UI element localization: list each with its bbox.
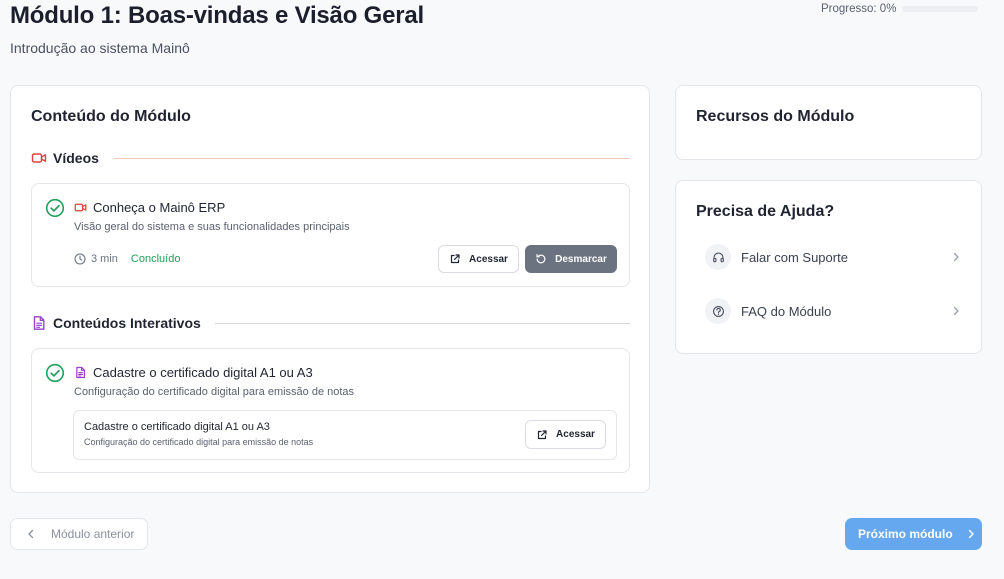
interactive-title: Cadastre o certificado digital A1 ou A3 [93,365,313,380]
video-icon [74,201,87,214]
resources-card: Recursos do Módulo [675,85,982,160]
help-title: Precisa de Ajuda? [696,203,835,220]
interactive-description: Configuração do certificado digital para… [74,386,355,398]
faq-link[interactable]: FAQ do Módulo [696,291,962,331]
status-badge: Concluído [130,253,181,265]
question-circle-icon [705,298,731,324]
faq-label: FAQ do Módulo [741,303,832,319]
next-module-button[interactable]: Próximo módulo [845,518,982,550]
clock-icon [74,253,86,265]
page-subtitle: Introdução ao sistema Mainô [10,40,190,56]
unmark-button-label: Desmarcar [555,253,607,265]
module-content-title: Conteúdo do Módulo [31,108,191,125]
page-title: Módulo 1: Boas-vindas e Visão Geral [10,2,425,29]
chevron-right-icon [950,251,962,263]
video-item: Conheça o Mainô ERP Visão geral do siste… [31,183,630,287]
external-link-icon [536,429,548,441]
previous-module-button[interactable]: Módulo anterior [10,518,148,550]
video-icon [31,150,47,166]
support-link[interactable]: Falar com Suporte [696,237,962,277]
chevron-left-icon [25,528,37,540]
check-circle-icon [45,198,65,218]
chevron-right-icon [965,528,977,540]
interactive-item: Cadastre o certificado digital A1 ou A3 … [31,348,630,473]
section-videos-label: Vídeos [53,150,99,166]
section-videos-header: Vídeos [31,150,630,166]
previous-module-label: Módulo anterior [51,527,135,541]
access-button-label: Acessar [469,253,508,265]
interactive-embed: Cadastre o certificado digital A1 ou A3 … [73,410,617,460]
undo-icon [535,253,547,265]
access-button[interactable]: Acessar [438,245,519,273]
embed-title: Cadastre o certificado digital A1 ou A3 [84,421,270,433]
progress-indicator: Progresso: 0% [821,3,979,15]
resources-title: Recursos do Módulo [696,108,855,125]
next-module-label: Próximo módulo [858,527,953,541]
chevron-right-icon [950,305,962,317]
section-divider [112,157,630,159]
video-title: Conheça o Mainô ERP [93,200,226,215]
unmark-button[interactable]: Desmarcar [525,245,617,273]
external-link-icon [449,253,461,265]
video-duration: 3 min [91,253,118,265]
embed-description: Configuração do certificado digital para… [84,437,314,447]
section-interactive-label: Conteúdos Interativos [53,315,201,331]
section-interactive-header: Conteúdos Interativos [31,315,630,331]
video-description: Visão geral do sistema e suas funcionali… [74,221,350,233]
check-circle-icon [45,363,65,383]
section-divider [214,322,630,324]
access-button-label: Acessar [556,429,595,440]
headphones-icon [705,244,731,270]
video-meta: 3 min Concluído [74,253,180,265]
support-label: Falar com Suporte [741,249,848,265]
access-button[interactable]: Acessar [525,420,606,449]
document-icon [74,366,87,379]
progress-label: Progresso: 0% [821,3,897,15]
help-card: Precisa de Ajuda? Falar com Suporte FAQ … [675,180,982,354]
module-content-card: Conteúdo do Módulo Vídeos Conheça o Main… [10,85,650,493]
progress-bar [902,6,979,12]
document-icon [31,315,47,331]
